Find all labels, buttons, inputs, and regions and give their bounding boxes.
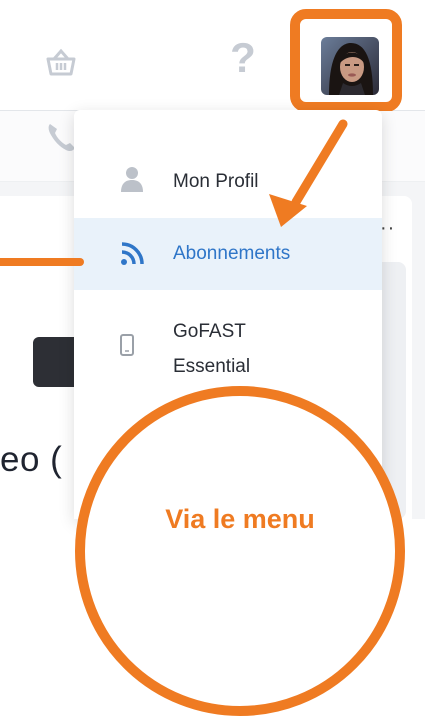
callout-circle: Via le menu (75, 386, 405, 716)
callout-text: Via le menu (165, 504, 315, 534)
